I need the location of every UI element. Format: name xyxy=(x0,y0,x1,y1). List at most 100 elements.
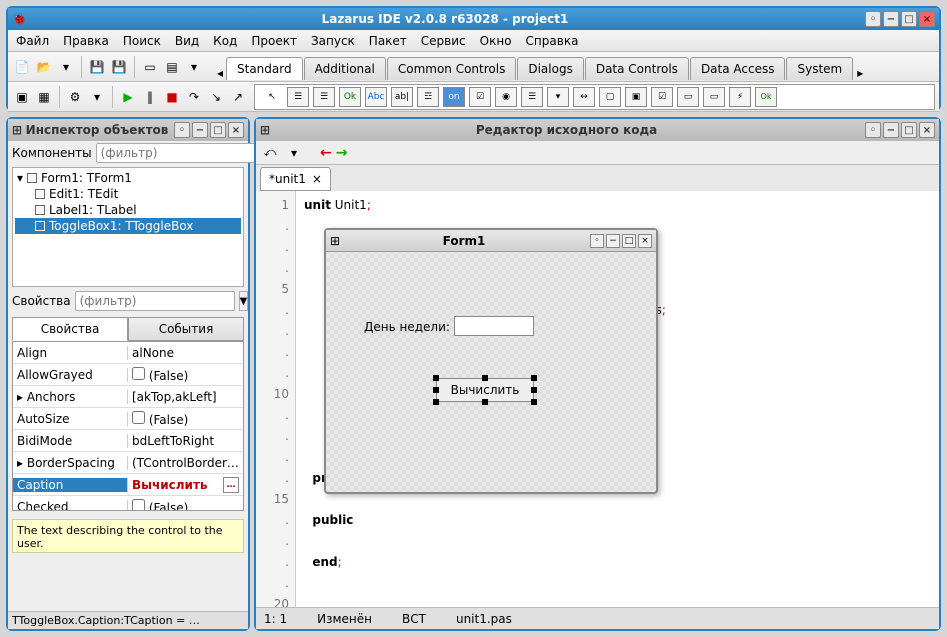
comp-mainmenu[interactable]: ☰ xyxy=(287,87,309,107)
prop-caption[interactable]: CaptionВычислить… xyxy=(13,474,243,496)
tab-scroll-left[interactable]: ◂ xyxy=(214,66,226,80)
resize-handle[interactable] xyxy=(531,387,537,393)
step-out-icon[interactable]: ↗ xyxy=(228,87,248,107)
form1-min[interactable]: − xyxy=(606,234,620,248)
comp-radiobutton[interactable]: ◉ xyxy=(495,87,517,107)
new-unit-icon[interactable]: 📄 xyxy=(12,57,32,77)
tree-togglebox1[interactable]: ToggleBox1: TToggleBox xyxy=(15,218,241,234)
prop-bidimode[interactable]: BidiModebdLeftToRight xyxy=(13,430,243,452)
forms-icon[interactable]: ▦ xyxy=(34,87,54,107)
comp-actionlist[interactable]: ⚡ xyxy=(729,87,751,107)
main-titlebar[interactable]: 🐞 Lazarus IDE v2.0.8 r63028 - project1 ◦… xyxy=(8,8,939,30)
menu-search[interactable]: Поиск xyxy=(123,34,161,48)
new-form-icon[interactable]: ▭ xyxy=(140,57,160,77)
menu-project[interactable]: Проект xyxy=(251,34,297,48)
tab-dialogs[interactable]: Dialogs xyxy=(517,57,583,80)
tree-label1[interactable]: Label1: TLabel xyxy=(15,202,241,218)
tab-common-controls[interactable]: Common Controls xyxy=(387,57,517,80)
tab-standard[interactable]: Standard xyxy=(226,57,303,80)
form-designer-window[interactable]: ⊞ Form1 ◦ − □ × День недели: Вычислить xyxy=(324,228,658,494)
form1-max[interactable]: □ xyxy=(622,234,636,248)
menu-help[interactable]: Справка xyxy=(526,34,579,48)
menu-tools[interactable]: Сервис xyxy=(421,34,466,48)
maximize-button[interactable]: □ xyxy=(901,11,917,27)
comp-panel[interactable]: ▭ xyxy=(677,87,699,107)
tab-unit1[interactable]: *unit1× xyxy=(260,167,331,191)
oi-roll-button[interactable]: ◦ xyxy=(174,122,190,138)
resize-handle[interactable] xyxy=(433,387,439,393)
oi-min-button[interactable]: − xyxy=(192,122,208,138)
resize-handle[interactable] xyxy=(531,375,537,381)
tab-scroll-right[interactable]: ▸ xyxy=(854,66,866,80)
ed-close-button[interactable]: × xyxy=(919,122,935,138)
menu-file[interactable]: Файл xyxy=(16,34,49,48)
dropdown2-icon[interactable]: ▾ xyxy=(184,57,204,77)
tab-system[interactable]: System xyxy=(786,57,853,80)
resize-handle[interactable] xyxy=(433,375,439,381)
menu-package[interactable]: Пакет xyxy=(369,34,407,48)
close-button[interactable]: × xyxy=(919,11,935,27)
tab-data-access[interactable]: Data Access xyxy=(690,57,786,80)
tab-data-controls[interactable]: Data Controls xyxy=(585,57,689,80)
comp-groupbox[interactable]: ▢ xyxy=(599,87,621,107)
comp-checkbox[interactable]: ☑ xyxy=(469,87,491,107)
caption-ellipsis-button[interactable]: … xyxy=(223,477,239,493)
comp-togglebox[interactable]: on xyxy=(443,87,465,107)
form1-close[interactable]: × xyxy=(638,234,652,248)
component-tree[interactable]: ▾Form1: TForm1 Edit1: TEdit Label1: TLab… xyxy=(12,167,244,287)
comp-combobox[interactable]: ▾ xyxy=(547,87,569,107)
save-icon[interactable]: 💾 xyxy=(87,57,107,77)
comp-bitbtn[interactable]: Ok xyxy=(755,87,777,107)
form1-roll[interactable]: ◦ xyxy=(590,234,604,248)
menu-view[interactable]: Вид xyxy=(175,34,199,48)
label1-control[interactable]: День недели: xyxy=(364,320,450,334)
units-icon[interactable]: ▣ xyxy=(12,87,32,107)
comp-checkgroup[interactable]: ☑ xyxy=(651,87,673,107)
oi-titlebar[interactable]: ⊞ Инспектор объектов ◦ − □ × xyxy=(8,119,248,141)
save-all-icon[interactable]: 💾 xyxy=(109,57,129,77)
resize-handle[interactable] xyxy=(433,399,439,405)
nav-forward-icon[interactable]: → xyxy=(336,145,348,161)
stop-icon[interactable]: ■ xyxy=(162,87,182,107)
ed-titlebar[interactable]: ⊞ Редактор исходного кода ◦ − □ × xyxy=(256,119,939,141)
open-icon[interactable]: 📂 xyxy=(34,57,54,77)
resize-handle[interactable] xyxy=(482,375,488,381)
comp-listbox[interactable]: ☰ xyxy=(521,87,543,107)
autosize-checkbox[interactable] xyxy=(132,411,145,424)
prop-checked[interactable]: Checked (False) xyxy=(13,496,243,511)
prop-autosize[interactable]: AutoSize (False) xyxy=(13,408,243,430)
property-filter-input[interactable] xyxy=(75,291,235,311)
ed-roll-button[interactable]: ◦ xyxy=(865,122,881,138)
comp-edit[interactable]: ab| xyxy=(391,87,413,107)
property-filter-icon[interactable]: ▼ xyxy=(239,291,249,311)
jump-dropdown-icon[interactable]: ▾ xyxy=(284,143,304,163)
dropdown3-icon[interactable]: ▾ xyxy=(87,87,107,107)
menu-code[interactable]: Код xyxy=(213,34,237,48)
pause-icon[interactable]: ‖ xyxy=(140,87,160,107)
jump-back-icon[interactable]: ⤺ xyxy=(260,143,280,163)
oi-max-button[interactable]: □ xyxy=(210,122,226,138)
pointer-icon[interactable]: ↖ xyxy=(261,87,283,107)
prop-allowgrayed[interactable]: AllowGrayed (False) xyxy=(13,364,243,386)
toggle-form-icon[interactable]: ▤ xyxy=(162,57,182,77)
build-mode-icon[interactable]: ⚙ xyxy=(65,87,85,107)
comp-scrollbar[interactable]: ↔ xyxy=(573,87,595,107)
menu-run[interactable]: Запуск xyxy=(311,34,355,48)
dropdown-icon[interactable]: ▾ xyxy=(56,57,76,77)
resize-handle[interactable] xyxy=(482,399,488,405)
resize-handle[interactable] xyxy=(531,399,537,405)
ed-min-button[interactable]: − xyxy=(883,122,899,138)
prop-align[interactable]: AlignalNone xyxy=(13,342,243,364)
minimize-button[interactable]: − xyxy=(883,11,899,27)
prop-anchors[interactable]: ▸ Anchors[akTop,akLeft] xyxy=(13,386,243,408)
menu-window[interactable]: Окно xyxy=(480,34,512,48)
nav-back-icon[interactable]: ← xyxy=(320,145,332,161)
comp-button[interactable]: Ok xyxy=(339,87,361,107)
tab-events[interactable]: События xyxy=(128,317,244,341)
menu-edit[interactable]: Правка xyxy=(63,34,109,48)
component-filter-input[interactable] xyxy=(96,143,256,163)
comp-radiogroup[interactable]: ▣ xyxy=(625,87,647,107)
ed-max-button[interactable]: □ xyxy=(901,122,917,138)
comp-popupmenu[interactable]: ☰ xyxy=(313,87,335,107)
tree-form1[interactable]: ▾Form1: TForm1 xyxy=(15,170,241,186)
